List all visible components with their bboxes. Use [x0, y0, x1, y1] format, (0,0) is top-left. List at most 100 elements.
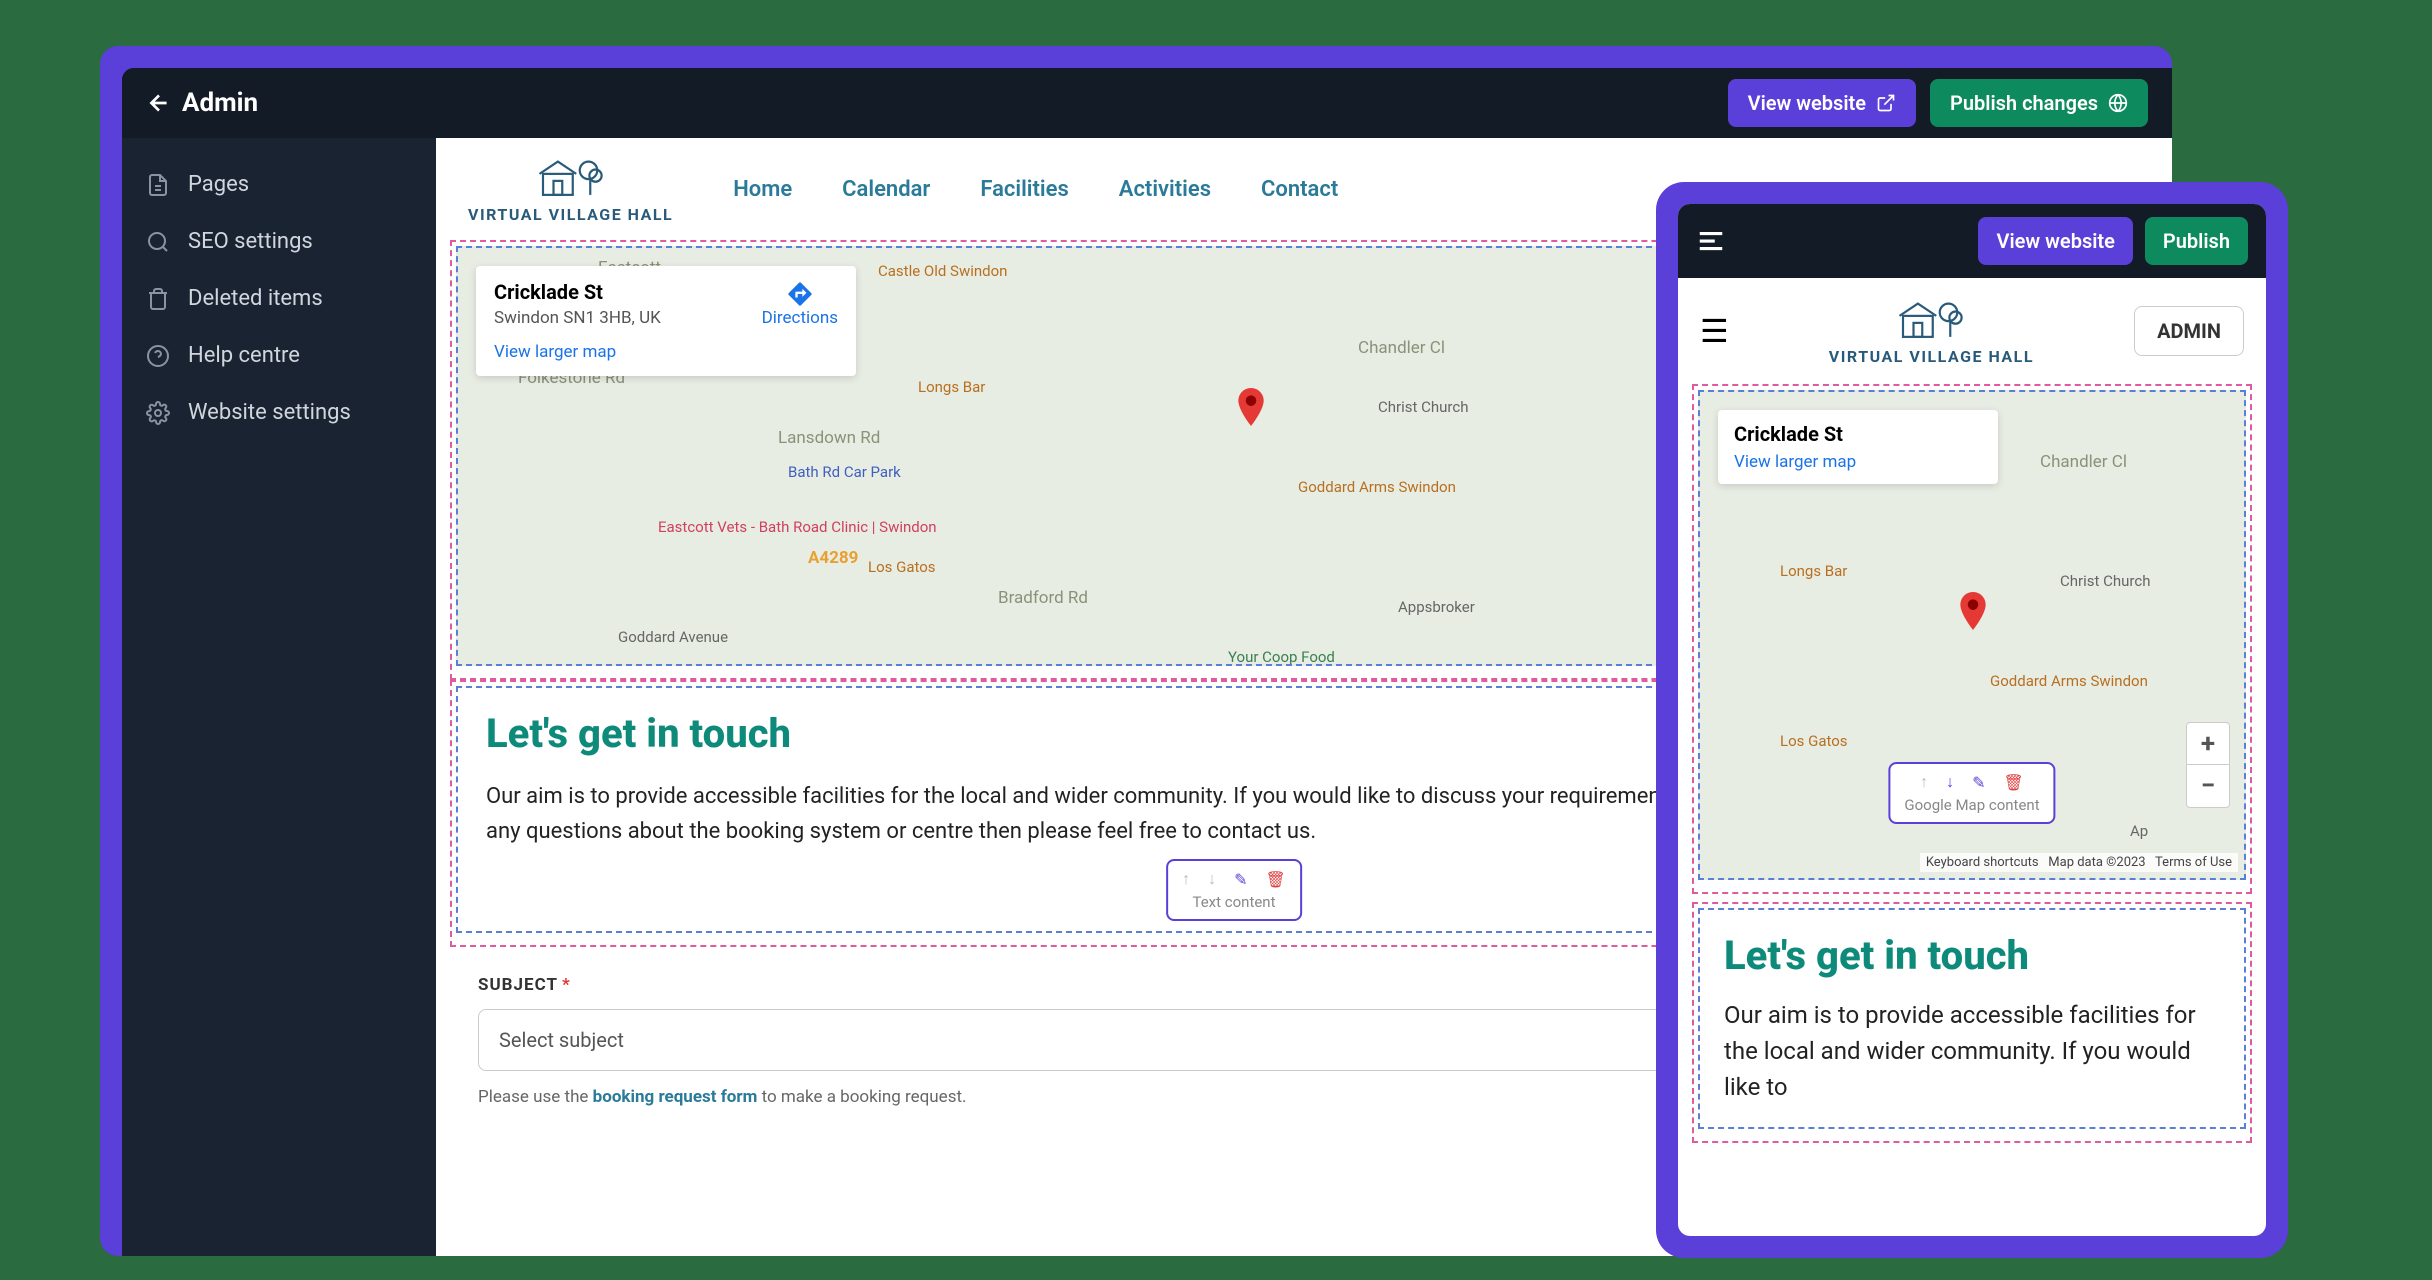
subject-label: SUBJECT	[478, 975, 558, 995]
mobile-admin-button[interactable]: ADMIN	[2134, 306, 2244, 356]
mobile-site-header: ☰ VIRTUAL VILLAGE HALL ADMIN	[1678, 278, 2266, 384]
back-to-admin-button[interactable]: Admin	[146, 88, 258, 118]
arrow-left-icon	[146, 90, 172, 116]
zoom-controls: + −	[2186, 722, 2230, 808]
mobile-view-website-button[interactable]: View website	[1978, 217, 2132, 265]
map-label: Appsbroker	[1398, 598, 1475, 616]
map-label: Lansdown Rd	[778, 428, 880, 448]
map-label: Los Gatos	[868, 558, 936, 576]
mobile-text-block[interactable]: Let's get in touch Our aim is to provide…	[1698, 908, 2246, 1129]
mobile-inner: View website Publish ☰ VIRTUAL VILLAGE H…	[1678, 204, 2266, 1236]
map-label: Longs Bar	[918, 378, 985, 396]
file-icon	[146, 173, 170, 197]
move-up-button[interactable]: ↑	[1182, 869, 1190, 889]
mobile-map-toolbar: ↑ ↓ ✎ 🗑 Google Map content	[1888, 762, 2055, 824]
map-label: Christ Church	[2060, 572, 2150, 590]
sidebar-item-label: Deleted items	[188, 286, 323, 311]
view-larger-map-link[interactable]: View larger map	[1734, 452, 1856, 472]
sidebar-item-seo[interactable]: SEO settings	[122, 213, 436, 270]
map-label: Ap	[2130, 822, 2148, 840]
mobile-publish-button[interactable]: Publish	[2145, 217, 2248, 265]
mobile-topbar: View website Publish	[1678, 204, 2266, 278]
text-block-toolbar: ↑ ↓ ✎ 🗑 Text content	[1166, 859, 1302, 921]
map-label: Eastcott Vets - Bath Road Clinic | Swind…	[658, 518, 937, 536]
map-attribution: Keyboard shortcuts Map data ©2023 Terms …	[1920, 853, 2238, 872]
site-logo[interactable]: VIRTUAL VILLAGE HALL	[468, 154, 673, 224]
map-label: Castle Old Swindon	[878, 262, 1007, 280]
move-up-button[interactable]: ↑	[1920, 772, 1928, 792]
house-tree-icon	[1896, 296, 1966, 341]
terms-link[interactable]: Terms of Use	[2155, 855, 2232, 870]
mobile-section-wrapper-text[interactable]: Let's get in touch Our aim is to provide…	[1692, 902, 2252, 1143]
map-label: Longs Bar	[1780, 562, 1847, 580]
map-marker-icon	[1960, 592, 1986, 630]
admin-label: Admin	[182, 88, 258, 118]
booking-request-link[interactable]: booking request form	[593, 1087, 758, 1107]
hamburger-icon[interactable]: ☰	[1700, 312, 1729, 350]
zoom-in-button[interactable]: +	[2187, 723, 2229, 765]
sidebar: Pages SEO settings Deleted items Help ce…	[122, 138, 436, 1256]
nav-activities[interactable]: Activities	[1119, 177, 1211, 202]
required-indicator: *	[562, 975, 571, 995]
sidebar-item-pages[interactable]: Pages	[122, 156, 436, 213]
map-info-title: Cricklade St	[1734, 422, 1856, 446]
nav-contact[interactable]: Contact	[1261, 177, 1338, 202]
toolbar-label: Google Map content	[1904, 796, 2039, 814]
nav-calendar[interactable]: Calendar	[842, 177, 930, 202]
map-info-title: Cricklade St	[494, 280, 661, 304]
map-label: Goddard Arms Swindon	[1990, 672, 2148, 690]
mobile-content-title: Let's get in touch	[1724, 932, 2220, 979]
sidebar-item-help[interactable]: Help centre	[122, 327, 436, 384]
sidebar-item-label: Help centre	[188, 343, 300, 368]
sidebar-item-label: Website settings	[188, 400, 351, 425]
zoom-out-button[interactable]: −	[2187, 765, 2229, 807]
mobile-section-wrapper-map[interactable]: Chandler Cl Longs Bar Christ Church Godd…	[1692, 384, 2252, 894]
keyboard-shortcuts-link[interactable]: Keyboard shortcuts	[1926, 855, 2039, 870]
external-link-icon	[1876, 93, 1896, 113]
map-marker-icon	[1238, 388, 1264, 426]
directions-button[interactable]: Directions	[762, 280, 838, 362]
sidebar-item-label: Pages	[188, 172, 249, 197]
logo-text: VIRTUAL VILLAGE HALL	[1829, 347, 2034, 366]
move-down-button[interactable]: ↓	[1208, 869, 1216, 889]
site-nav: Home Calendar Facilities Activities Cont…	[733, 177, 1338, 202]
sidebar-item-label: SEO settings	[188, 229, 313, 254]
house-tree-icon	[536, 154, 606, 199]
search-icon	[146, 230, 170, 254]
nav-facilities[interactable]: Facilities	[980, 177, 1068, 202]
gear-icon	[146, 401, 170, 425]
map-label: Los Gatos	[1780, 732, 1848, 750]
toolbar-label: Text content	[1193, 893, 1276, 911]
map-info-card: Cricklade St Swindon SN1 3HB, UK View la…	[476, 266, 856, 376]
mobile-map-info-card: Cricklade St View larger map	[1718, 410, 1998, 484]
globe-icon	[2108, 93, 2128, 113]
nav-home[interactable]: Home	[733, 177, 792, 202]
mobile-site-logo[interactable]: VIRTUAL VILLAGE HALL	[1829, 296, 2034, 366]
directions-icon	[786, 280, 814, 308]
map-label: Your Coop Food	[1228, 648, 1335, 666]
map-label: Bradford Rd	[998, 588, 1088, 608]
map-label: Goddard Arms Swindon	[1298, 478, 1456, 496]
sidebar-item-deleted[interactable]: Deleted items	[122, 270, 436, 327]
mobile-frame: View website Publish ☰ VIRTUAL VILLAGE H…	[1656, 182, 2288, 1258]
menu-icon[interactable]	[1696, 226, 1726, 256]
view-larger-map-link[interactable]: View larger map	[494, 342, 661, 362]
logo-text: VIRTUAL VILLAGE HALL	[468, 205, 673, 224]
map-label: Chandler Cl	[2040, 452, 2127, 472]
edit-button[interactable]: ✎	[1972, 773, 1985, 792]
topbar: Admin View website Publish changes	[122, 68, 2172, 138]
map-label: Goddard Avenue	[618, 628, 728, 646]
map-info-subtitle: Swindon SN1 3HB, UK	[494, 308, 661, 328]
delete-button[interactable]: 🗑	[2004, 773, 2024, 792]
map-label: Chandler Cl	[1358, 338, 1445, 358]
view-website-button[interactable]: View website	[1728, 79, 1916, 127]
delete-button[interactable]: 🗑	[1266, 870, 1286, 889]
edit-button[interactable]: ✎	[1234, 870, 1247, 889]
sidebar-item-website-settings[interactable]: Website settings	[122, 384, 436, 441]
mobile-map-block[interactable]: Chandler Cl Longs Bar Christ Church Godd…	[1698, 390, 2246, 880]
help-icon	[146, 344, 170, 368]
trash-icon	[146, 287, 170, 311]
move-down-button[interactable]: ↓	[1946, 772, 1954, 792]
publish-changes-button[interactable]: Publish changes	[1930, 79, 2148, 127]
mobile-content-body: Our aim is to provide accessible facilit…	[1724, 997, 2220, 1105]
